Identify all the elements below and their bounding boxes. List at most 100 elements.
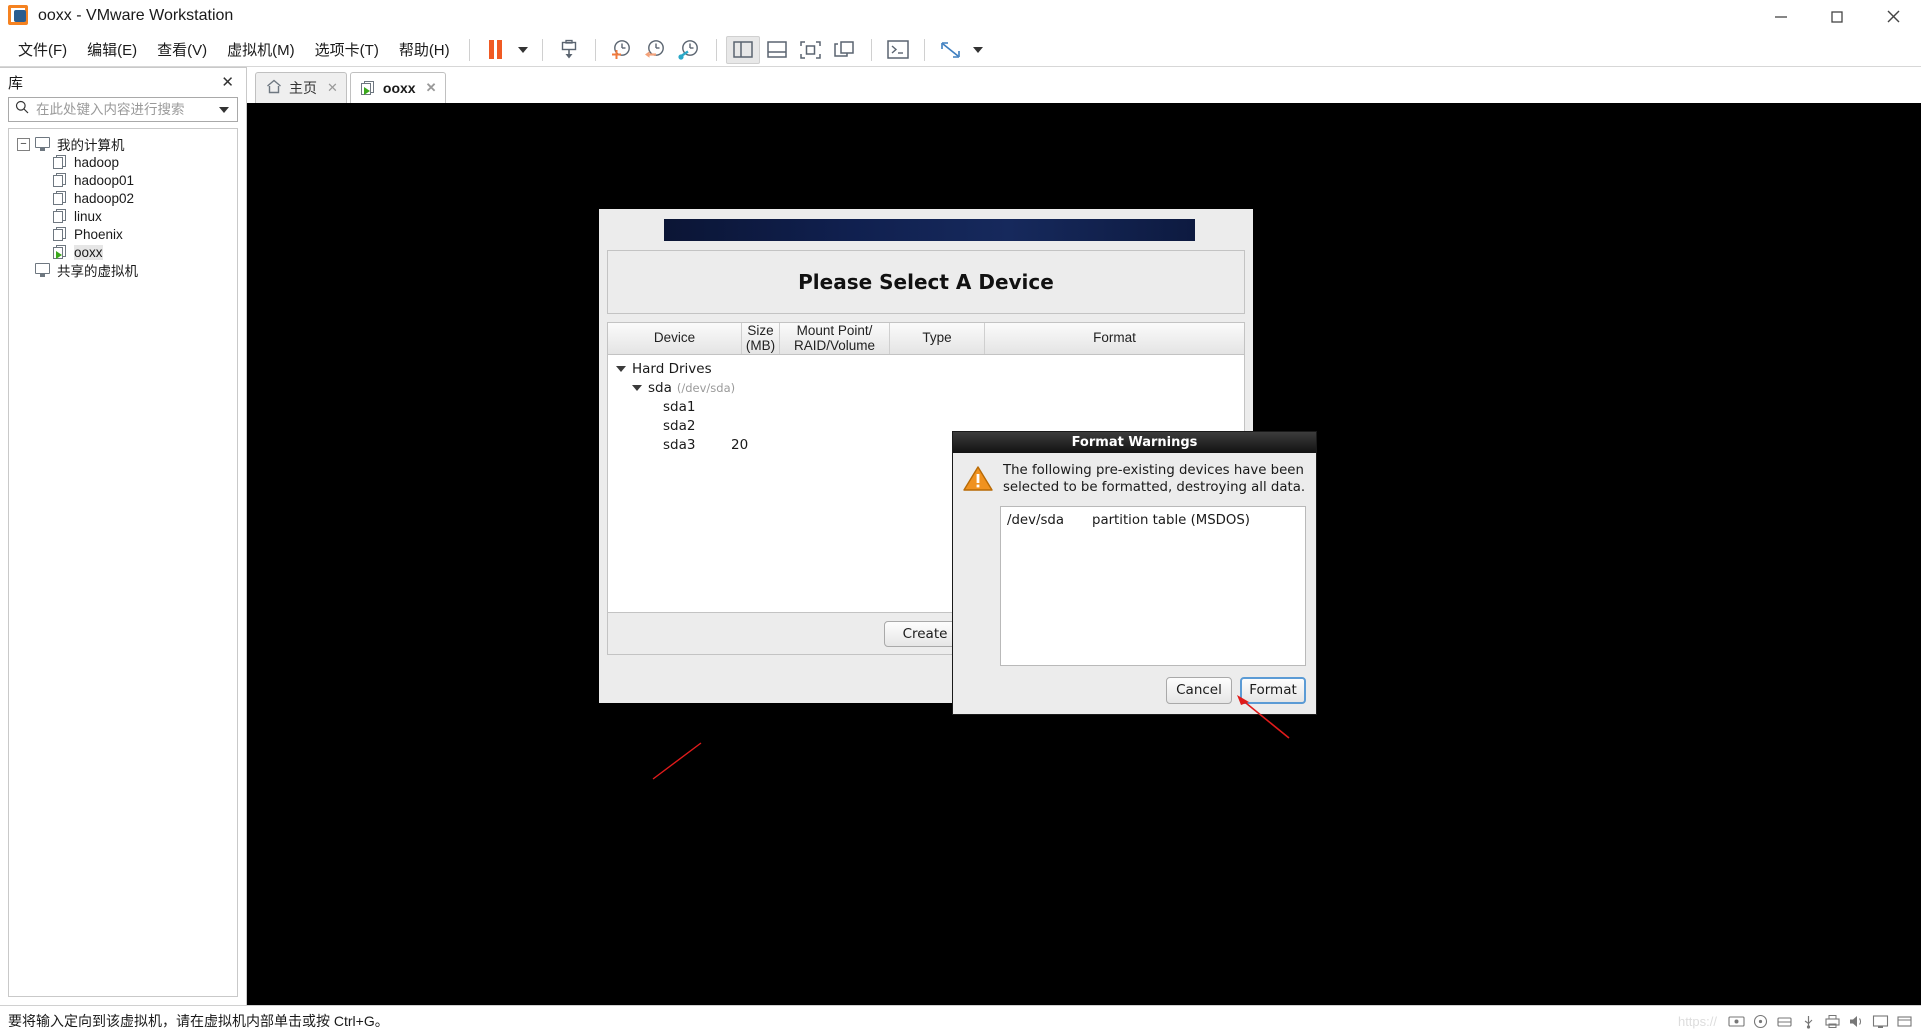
library-title: 库 (8, 74, 24, 92)
column-header-format[interactable]: Format (985, 323, 1244, 354)
menu-view[interactable]: 查看(V) (147, 35, 217, 64)
close-icon[interactable]: ✕ (327, 80, 338, 96)
show-library-button[interactable] (725, 35, 760, 64)
toolbar-separator (715, 38, 717, 61)
sidebar-item-ooxx[interactable]: ooxx (9, 243, 237, 261)
sound-icon[interactable] (1848, 1014, 1865, 1029)
hard-disk-icon[interactable] (1728, 1014, 1745, 1029)
stretch-button[interactable] (934, 36, 968, 64)
device-name: sda (648, 379, 672, 396)
chevron-down-icon (517, 46, 528, 53)
close-icon[interactable] (1865, 0, 1921, 33)
vm-icon (53, 226, 68, 242)
sidebar-item-label: hadoop (74, 154, 120, 170)
column-header-device[interactable]: Device (608, 323, 742, 354)
installer-banner (664, 219, 1195, 241)
tab-label: 主页 (289, 80, 317, 96)
console-button[interactable] (881, 36, 915, 64)
dialog-body: The following pre-existing devices have … (953, 453, 1316, 666)
menu-vm[interactable]: 虚拟机(M) (217, 35, 305, 64)
menu-tabs[interactable]: 选项卡(T) (305, 35, 389, 64)
window-title: ooxx - VMware Workstation (38, 7, 234, 24)
chevron-down-icon (972, 46, 983, 53)
tab-label: ooxx (382, 80, 416, 96)
cancel-button[interactable]: Cancel (1166, 676, 1232, 704)
table-row[interactable]: Hard Drives (608, 359, 1244, 378)
vm-running-icon (53, 244, 68, 260)
power-button[interactable] (552, 36, 586, 64)
sidebar-item-my-computer[interactable]: − 我的计算机 (9, 135, 237, 153)
sidebar-item-linux[interactable]: linux (9, 207, 237, 225)
vm-area: 主页 ✕ ooxx ✕ Please Select A Device Devic… (247, 67, 1921, 1005)
pause-dropdown[interactable] (513, 36, 533, 64)
pause-button[interactable] (479, 36, 513, 64)
table-row[interactable]: sda1 (608, 397, 1244, 416)
affected-devices-list[interactable]: /dev/sda partition table (MSDOS) (1000, 506, 1306, 666)
search-input[interactable] (34, 101, 215, 118)
snapshot-add-icon (612, 40, 631, 59)
close-icon[interactable]: ✕ (426, 80, 437, 96)
column-header-type[interactable]: Type (890, 323, 985, 354)
show-thumbnail-bar-button[interactable] (760, 36, 794, 64)
fullscreen-icon (800, 40, 821, 59)
vm-screen[interactable]: Please Select A Device Device Size (MB) (247, 103, 1921, 1005)
column-header-size[interactable]: Size (MB) (742, 323, 780, 354)
library-close-icon[interactable]: ✕ (217, 73, 238, 91)
chevron-down-icon[interactable] (616, 365, 626, 372)
stretch-icon (941, 41, 960, 58)
power-down-icon (561, 39, 576, 58)
tab-home[interactable]: 主页 ✕ (255, 72, 347, 103)
panel-left-icon (732, 41, 753, 58)
table-row[interactable]: sda (/dev/sda) (608, 378, 1244, 397)
pause-icon (489, 40, 503, 59)
collapse-expander-icon[interactable]: − (17, 137, 30, 151)
sidebar-item-hadoop[interactable]: hadoop (9, 153, 237, 171)
warning-icon (963, 465, 993, 492)
annotation-arrow-icon (652, 742, 702, 780)
printer-icon[interactable] (1824, 1014, 1841, 1029)
sidebar-item-label: 共享的虚拟机 (57, 264, 138, 279)
sidebar-item-shared-vms[interactable]: 共享的虚拟机 (9, 261, 237, 279)
column-label: Format (1093, 330, 1136, 346)
vm-icon (53, 154, 68, 170)
menu-file[interactable]: 文件(F) (8, 35, 77, 64)
device-table-header: Device Size (MB) Mount Point/ RAID/Volum… (608, 323, 1244, 355)
device-name: sda2 (663, 417, 696, 434)
sidebar-item-hadoop01[interactable]: hadoop01 (9, 171, 237, 189)
snapshot-revert-icon (645, 40, 665, 58)
search-dropdown-button[interactable] (215, 106, 233, 113)
sidebar-item-label: Phoenix (74, 226, 123, 242)
cd-drive-icon[interactable] (1752, 1014, 1769, 1029)
maximize-icon[interactable] (1809, 0, 1865, 33)
snapshot-manager-button[interactable] (673, 36, 707, 64)
snapshot-revert-button[interactable] (639, 36, 673, 64)
library-header: 库 ✕ (0, 67, 246, 97)
device-description: partition table (MSDOS) (1092, 513, 1250, 529)
unity-button[interactable] (828, 36, 862, 64)
display-icon[interactable] (1872, 1014, 1889, 1029)
menu-edit[interactable]: 编辑(E) (77, 35, 147, 64)
snapshot-take-button[interactable] (605, 36, 639, 64)
column-header-mount-point[interactable]: Mount Point/ RAID/Volume (780, 323, 890, 354)
tab-ooxx[interactable]: ooxx ✕ (349, 72, 446, 103)
menu-help[interactable]: 帮助(H) (389, 35, 460, 64)
annotation-arrow-icon (1237, 695, 1290, 739)
computer-icon (35, 263, 51, 277)
sidebar-item-hadoop02[interactable]: hadoop02 (9, 189, 237, 207)
usb-icon[interactable] (1800, 1014, 1817, 1029)
fullscreen-button[interactable] (794, 36, 828, 64)
status-bar: 要将输入定向到该虚拟机，请在虚拟机内部单击或按 Ctrl+G。 https:// (0, 1005, 1921, 1035)
chevron-down-icon[interactable] (632, 384, 642, 391)
device-name: sda1 (663, 398, 696, 415)
chevron-down-icon (219, 106, 229, 113)
sidebar-item-phoenix[interactable]: Phoenix (9, 225, 237, 243)
list-item: /dev/sda partition table (MSDOS) (1001, 513, 1305, 528)
column-label-sub: (MB) (745, 337, 776, 353)
search-icon (15, 100, 29, 119)
stretch-dropdown[interactable] (968, 36, 988, 64)
warning-row: The following pre-existing devices have … (963, 463, 1306, 496)
search-box[interactable] (8, 97, 238, 122)
menu-icon[interactable] (1896, 1014, 1913, 1029)
network-icon[interactable] (1776, 1014, 1793, 1029)
minimize-icon[interactable] (1753, 0, 1809, 33)
